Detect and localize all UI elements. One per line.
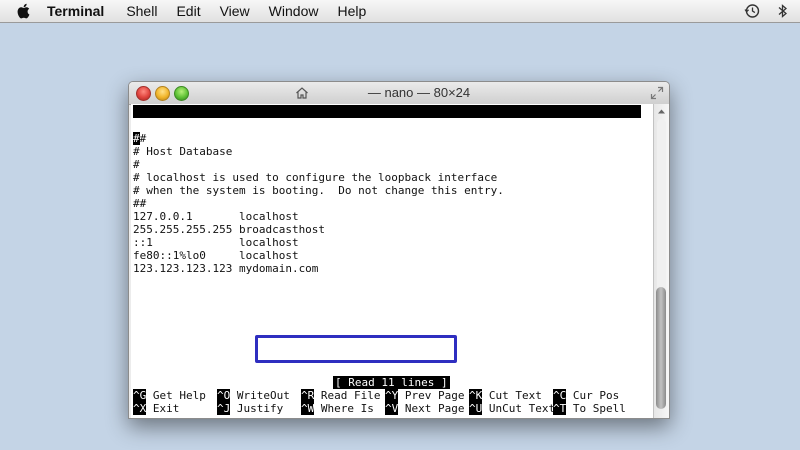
window-titlebar[interactable]: — nano — 80×24 <box>129 82 669 105</box>
menu-bar: Terminal Shell Edit View Window Help <box>0 0 800 23</box>
bluetooth-icon[interactable] <box>778 3 788 19</box>
menu-edit[interactable]: Edit <box>176 3 200 19</box>
nano-file-name: File: /etc/hosts <box>329 131 435 144</box>
shortcut-next-page[interactable]: ^V Next Page <box>385 402 464 415</box>
scroll-up-arrow-icon[interactable] <box>657 107 666 116</box>
terminal-window: — nano — 80×24 GNU nano 2.0.6 File: /etc… <box>128 81 670 419</box>
apple-menu-icon[interactable] <box>17 3 33 19</box>
shortcut-prev-page[interactable]: ^Y Prev Page <box>385 389 464 402</box>
shortcut-uncut-text[interactable]: ^U UnCut Text <box>469 402 555 415</box>
file-line-10: fe80::1%lo0 localhost <box>133 249 299 262</box>
file-line-1: ## <box>133 132 146 145</box>
shortcut-justify[interactable]: ^J Justify <box>217 402 283 415</box>
shortcut-row-1: ^G Get Help ^O WriteOut ^R Read File ^Y … <box>133 389 653 402</box>
close-button[interactable] <box>136 86 151 101</box>
highlight-box <box>255 335 457 363</box>
file-line-1-rest: # <box>139 132 147 145</box>
minimize-button[interactable] <box>155 86 170 101</box>
menu-shell[interactable]: Shell <box>126 3 157 19</box>
file-line-3: # <box>133 158 140 171</box>
vertical-scrollbar[interactable] <box>653 104 669 418</box>
terminal-content[interactable]: GNU nano 2.0.6 File: /etc/hosts Modified… <box>131 104 653 418</box>
file-line-5: # when the system is booting. Do not cha… <box>133 184 504 197</box>
home-icon[interactable] <box>295 86 309 100</box>
shortcut-where-is[interactable]: ^W Where Is <box>301 402 374 415</box>
shortcut-row-2: ^X Exit ^J Justify ^W Where Is ^V Next P… <box>133 402 653 415</box>
menu-window[interactable]: Window <box>269 3 319 19</box>
menu-extras <box>744 0 800 22</box>
nano-status-message: [ Read 11 lines ] <box>333 376 450 389</box>
nano-version: GNU nano 2.0.6 <box>145 118 238 131</box>
file-line-6: ## <box>133 197 147 210</box>
shortcut-to-spell[interactable]: ^T To Spell <box>553 402 626 415</box>
nano-modified-status: Modified <box>582 144 635 157</box>
menu-help[interactable]: Help <box>337 3 366 19</box>
file-line-7: 127.0.0.1 localhost <box>133 210 299 223</box>
text-cursor: # <box>133 132 140 145</box>
file-line-2: # Host Database <box>133 145 233 158</box>
scrollbar-thumb[interactable] <box>656 287 666 409</box>
shortcut-get-help[interactable]: ^G Get Help <box>133 389 206 402</box>
menu-view[interactable]: View <box>220 3 250 19</box>
file-line-11: 123.123.123.123 mydomain.com <box>133 262 319 275</box>
window-title: — nano — 80×24 <box>367 85 471 100</box>
file-line-8: 255.255.255.255 broadcasthost <box>133 223 326 236</box>
shortcut-cut-text[interactable]: ^K Cut Text <box>469 389 542 402</box>
time-machine-icon[interactable] <box>744 3 760 19</box>
file-line-4: # localhost is used to configure the loo… <box>133 171 498 184</box>
menu-app-terminal[interactable]: Terminal <box>47 3 104 19</box>
nano-header-bar: GNU nano 2.0.6 File: /etc/hosts Modified <box>133 105 641 157</box>
file-line-9: ::1 localhost <box>133 236 299 249</box>
shortcut-cur-pos[interactable]: ^C Cur Pos <box>553 389 619 402</box>
zoom-button[interactable] <box>174 86 189 101</box>
shortcut-exit[interactable]: ^X Exit <box>133 402 179 415</box>
shortcut-read-file[interactable]: ^R Read File <box>301 389 380 402</box>
shortcut-writeout[interactable]: ^O WriteOut <box>217 389 290 402</box>
fullscreen-icon[interactable] <box>650 86 664 100</box>
